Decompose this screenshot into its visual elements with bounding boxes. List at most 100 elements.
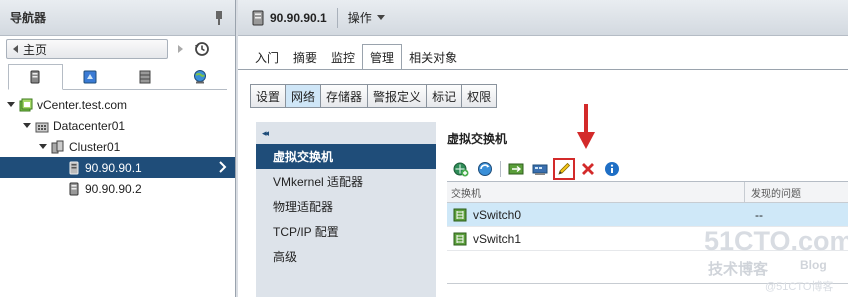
refresh-button[interactable] [476,160,494,178]
collapse-toggle-icon[interactable] [22,121,32,131]
subtab-storage[interactable]: 存储器 [321,85,369,107]
tab-summary[interactable]: 摘要 [286,44,324,70]
info-button[interactable] [603,160,621,178]
switch-name: vSwitch1 [473,231,522,246]
watermark-signature: @51CTO博客 [765,281,834,293]
tab-hosts-clusters[interactable] [8,64,63,90]
switch-name-cell: vSwitch1 [447,232,745,246]
tree-item-label: 90.90.90.1 [85,160,142,175]
pencil-icon [558,162,571,175]
object-header: 90.90.90.1 操作 [238,0,848,36]
watermark-subtitle: 技术博客 [708,260,769,278]
navigator-toolbar: 主页 [0,36,235,62]
menu-item-virtual-switches[interactable]: 虚拟交换机 [256,144,436,169]
info-icon [605,162,619,176]
add-networking-button[interactable] [452,160,470,178]
collapse-toggle-icon[interactable] [38,142,48,152]
content-title: 虚拟交换机 [447,132,508,146]
manage-subtabs: 设置 网络 存储器 警报定义 标记 权限 [250,84,498,108]
menu-item-vmkernel-adapters[interactable]: VMkernel 适配器 [256,169,436,194]
vcenter-icon [19,98,33,111]
issue-cell: -- [755,207,763,222]
datacenter-icon [35,122,49,132]
collapse-menu-button[interactable]: ◂◂ [256,122,436,144]
collapse-toggle-icon[interactable] [6,100,16,110]
navigator-tabs [8,64,227,90]
virtual-switch-icon [453,208,467,221]
tree-item-vcenter[interactable]: vCenter.test.com [0,94,235,115]
remove-switch-button[interactable] [579,160,597,178]
tab-monitor[interactable]: 监控 [324,44,362,70]
tree-item-host-1[interactable]: 90.90.90.1 [0,157,235,178]
object-tabs: 入门 摘要 监控 管理 相关对象 [248,44,464,70]
subtab-permissions[interactable]: 权限 [462,85,497,107]
watermark-logo: 51CTO.com [704,226,848,256]
object-title: 90.90.90.1 [270,10,327,25]
tab-vms-templates[interactable] [63,64,118,89]
tree-item-label: Cluster01 [69,139,121,154]
network-globe-icon [193,69,206,83]
annotation-arrow-icon [577,104,595,149]
table-header: 交换机 发现的问题 [447,182,848,203]
chevron-right-icon [219,161,227,173]
history-button[interactable] [192,39,212,59]
column-header-issues[interactable]: 发现的问题 [745,182,801,202]
host-icon [69,182,79,195]
tab-related-objects[interactable]: 相关对象 [402,44,464,70]
host-tree-icon [30,70,40,84]
virtual-switch-icon [453,232,467,245]
tree-item-label: Datacenter01 [53,118,126,133]
collapse-icon: ◂◂ [262,127,269,138]
subtab-settings[interactable]: 设置 [251,85,287,107]
back-arrow-icon [13,45,18,53]
refresh-globe-icon [478,162,492,176]
menu-item-tcpip-config[interactable]: TCP/IP 配置 [256,219,436,244]
add-network-icon [453,162,469,177]
inventory-tree: vCenter.test.com Datacenter01 Cluster01 [0,90,235,199]
actions-menu-button[interactable]: 操作 [348,9,385,26]
menu-item-physical-adapters[interactable]: 物理适配器 [256,194,436,219]
adapter-card-icon [532,164,548,175]
home-button-label: 主页 [23,42,48,57]
tree-item-label: 90.90.90.2 [85,181,142,196]
home-button[interactable]: 主页 [6,39,168,59]
manage-adapters-button[interactable] [531,160,549,178]
subtab-tags[interactable]: 标记 [427,85,463,107]
forward-arrow-icon [177,45,183,53]
tab-networking[interactable] [172,64,227,89]
tab-storage[interactable] [118,64,173,89]
edit-settings-button[interactable] [553,158,575,180]
chevron-down-icon [376,15,385,20]
cluster-icon [51,140,64,153]
migrate-adapter-button[interactable] [507,160,525,178]
tree-item-host-2[interactable]: 90.90.90.2 [0,178,235,199]
tree-item-datacenter[interactable]: Datacenter01 [0,115,235,136]
navigator-title: 导航器 [10,11,47,25]
watermark-blog: Blog [800,258,827,272]
table-row[interactable]: vSwitch0 -- [447,203,848,227]
tab-manage[interactable]: 管理 [362,44,403,70]
networking-side-menu: ◂◂ 虚拟交换机 VMkernel 适配器 物理适配器 TCP/IP 配置 高级 [256,122,436,297]
storage-icon [139,70,151,83]
column-header-switch[interactable]: 交换机 [447,182,745,202]
toolbar-divider [500,161,501,177]
subtab-alarm-definitions[interactable]: 警报定义 [368,85,428,107]
adapter-migrate-icon [508,163,524,175]
tree-item-label: vCenter.test.com [37,97,128,112]
close-icon [582,163,594,175]
navigator-panel: 导航器 主页 vCenter.test.com Datacenter01 Clu… [0,0,236,297]
switch-toolbar [452,158,627,180]
tabs-divider [238,69,848,70]
actions-label: 操作 [347,11,372,25]
header-divider [336,7,338,28]
navigator-header: 导航器 [0,0,235,36]
menu-item-advanced[interactable]: 高级 [256,244,436,269]
tree-item-cluster[interactable]: Cluster01 [0,136,235,157]
switch-name: vSwitch0 [473,207,522,222]
tab-getting-started[interactable]: 入门 [248,44,286,70]
switch-name-cell: vSwitch0 [447,208,745,222]
vm-icon [83,70,97,83]
subtab-networking[interactable]: 网络 [286,85,322,107]
pin-icon[interactable] [213,10,225,25]
forward-button[interactable] [174,39,186,59]
